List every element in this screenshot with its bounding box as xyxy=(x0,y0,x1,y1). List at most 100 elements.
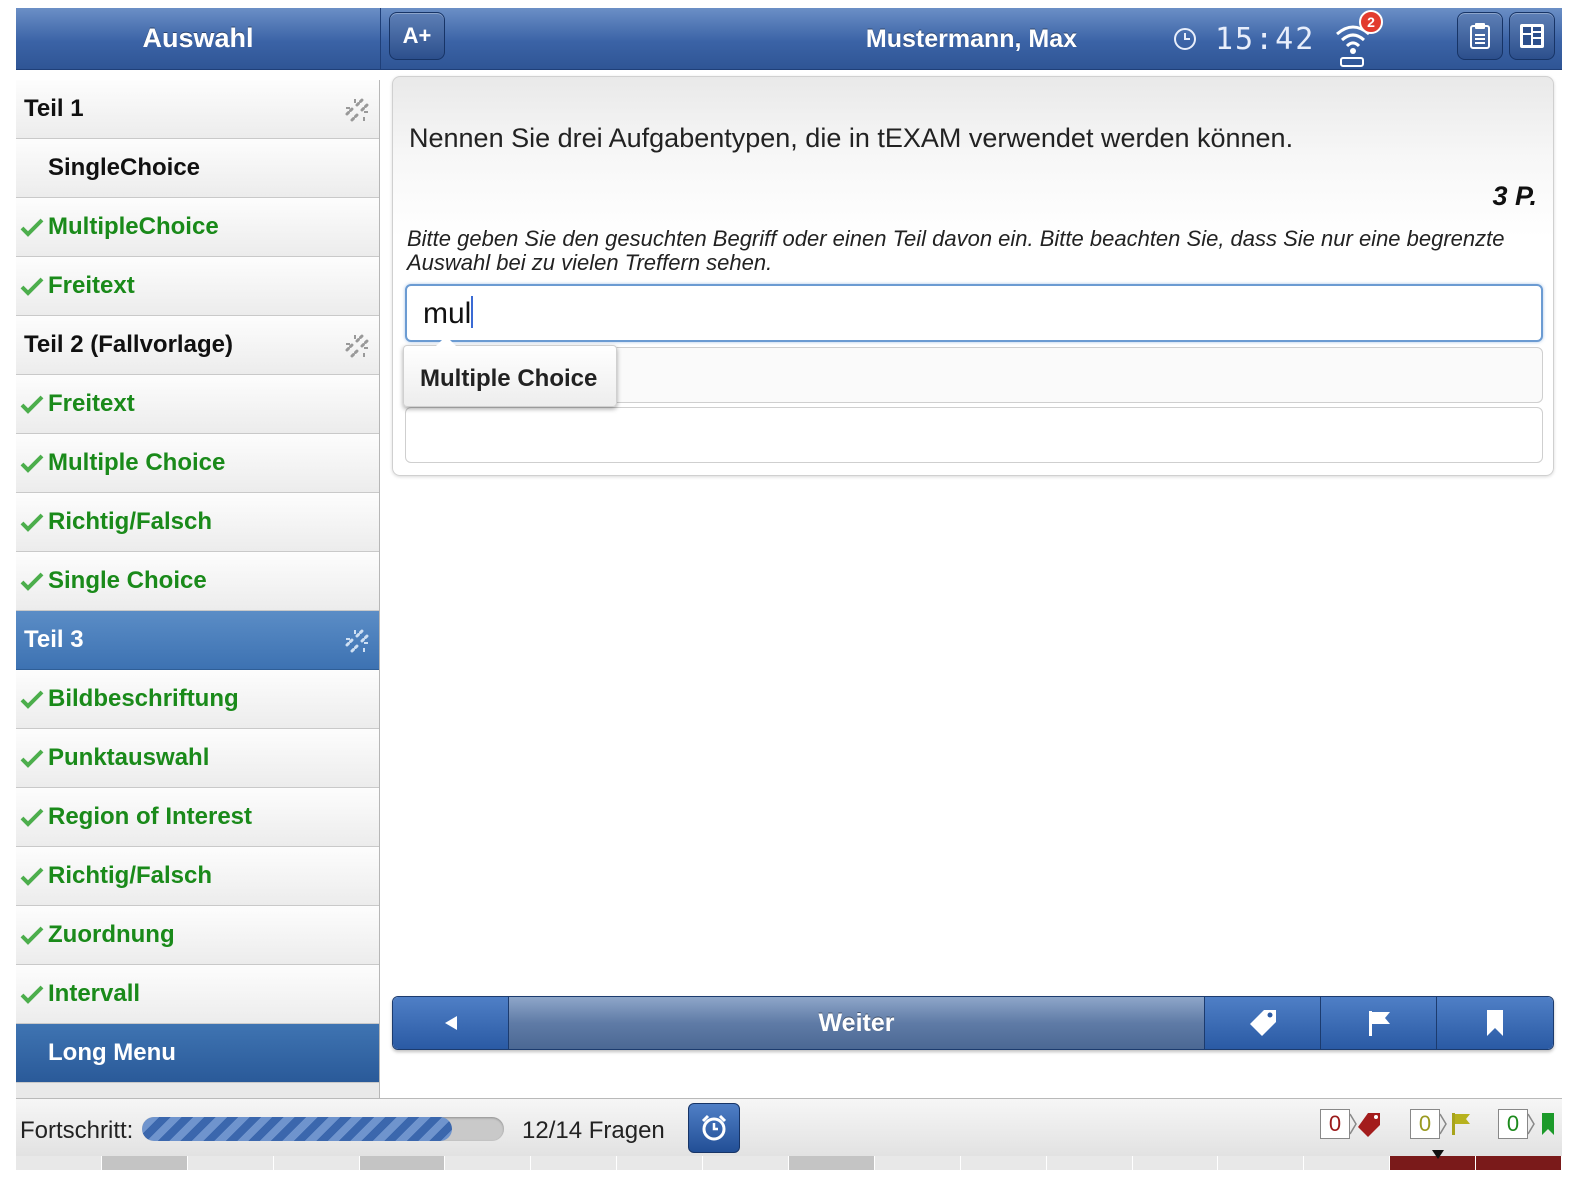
flag-button[interactable] xyxy=(1321,997,1437,1049)
sidebar-item[interactable]: Region of Interest xyxy=(16,788,379,847)
checkmark-icon xyxy=(20,808,44,827)
answer-input-value: mul xyxy=(423,297,472,330)
tag-counter[interactable]: 0 xyxy=(1320,1109,1384,1139)
checkmark-icon xyxy=(20,277,44,296)
triangle-left-icon xyxy=(444,1016,457,1030)
flag-icon xyxy=(1368,1011,1390,1036)
header-bar: A+ Mustermann, Max 15:42 2 xyxy=(380,8,1562,70)
flag-counter[interactable]: 0 xyxy=(1410,1109,1474,1139)
progress-count: 12/14 Fragen xyxy=(522,1117,665,1144)
overview-segment[interactable] xyxy=(188,1156,274,1170)
sidebar-item[interactable]: Freitext xyxy=(16,257,379,316)
sidebar-item-label: Richtig/Falsch xyxy=(48,862,213,889)
overview-segment[interactable] xyxy=(359,1156,446,1170)
user-name: Mustermann, Max xyxy=(865,25,1078,53)
checkmark-icon xyxy=(20,926,44,945)
bookmark-count: 0 xyxy=(1498,1109,1528,1139)
olive-flag-icon xyxy=(1440,1113,1470,1135)
progress-bar xyxy=(142,1117,504,1141)
sidebar-item[interactable]: Multiple Choice xyxy=(16,434,379,493)
clock-time: 15:42 xyxy=(1215,22,1316,57)
tag-button[interactable] xyxy=(1205,997,1321,1049)
sidebar-item-label: Multiple Choice xyxy=(48,449,226,476)
checkmark-icon xyxy=(20,395,44,414)
overview-segment[interactable] xyxy=(703,1156,790,1170)
question-sidebar: Teil 1 SingleChoice MultipleChoice Freitext… xyxy=(16,80,380,1098)
sidebar-item-label: Region of Interest xyxy=(48,803,253,830)
overview-segment[interactable] xyxy=(1047,1156,1133,1170)
autocomplete-suggestion[interactable]: Multiple Choice xyxy=(403,336,617,407)
checkmark-icon xyxy=(20,513,44,532)
sidebar-item[interactable]: Punktauswahl xyxy=(16,729,379,788)
unlink-icon xyxy=(345,334,369,358)
question-nav-bar: Weiter xyxy=(392,996,1554,1050)
sidebar-item[interactable]: SingleChoice xyxy=(16,139,379,198)
checkmark-icon xyxy=(20,749,44,768)
sidebar-item-label: Bildbeschriftung xyxy=(48,685,239,712)
answer-input-3[interactable] xyxy=(405,407,1543,463)
clipboard-icon xyxy=(1470,23,1490,49)
question-points: 3 P. xyxy=(1492,181,1537,211)
checkmark-icon xyxy=(20,867,44,886)
overview-segment[interactable] xyxy=(1476,1156,1563,1170)
checkmark-icon xyxy=(20,690,44,709)
overview-segment[interactable] xyxy=(101,1156,188,1170)
sidebar-item[interactable]: Richtig/Falsch xyxy=(16,493,379,552)
layout-button[interactable] xyxy=(1509,12,1555,60)
overview-segment[interactable] xyxy=(274,1156,360,1170)
checkmark-icon xyxy=(20,985,44,1004)
progress-fill xyxy=(142,1117,453,1141)
question-text: Nennen Sie drei Aufgabentypen, die in tE… xyxy=(409,123,1294,153)
overview-segment[interactable] xyxy=(531,1156,618,1170)
overview-segment[interactable] xyxy=(1218,1156,1305,1170)
alarm-button[interactable] xyxy=(688,1103,740,1153)
notification-badge: 2 xyxy=(1359,10,1383,34)
sidebar-item-label: Teil 3 xyxy=(24,626,84,653)
overview-segment[interactable] xyxy=(617,1156,704,1170)
red-tag-icon xyxy=(1350,1113,1380,1137)
overview-segment[interactable] xyxy=(789,1156,875,1170)
previous-button[interactable] xyxy=(393,997,509,1049)
overview-segment[interactable] xyxy=(875,1156,961,1170)
question-overview-strip xyxy=(16,1156,1563,1170)
sidebar-item[interactable]: Zuordnung xyxy=(16,906,379,965)
sidebar-item-label: Richtig/Falsch xyxy=(48,508,213,535)
green-bookmark-icon xyxy=(1528,1113,1554,1135)
bookmark-icon xyxy=(1487,1010,1503,1036)
overview-segment[interactable] xyxy=(1304,1156,1391,1170)
question-card: Nennen Sie drei Aufgabentypen, die in tE… xyxy=(392,76,1554,476)
overview-segment[interactable] xyxy=(961,1156,1047,1170)
next-button[interactable]: Weiter xyxy=(509,997,1205,1049)
sidebar-title: Auswahl xyxy=(16,8,380,70)
text-caret xyxy=(471,296,474,328)
sidebar-item[interactable]: Richtig/Falsch xyxy=(16,847,379,906)
checkmark-icon xyxy=(20,454,44,473)
clock-icon xyxy=(1174,28,1196,50)
sidebar-item[interactable]: MultipleChoice xyxy=(16,198,379,257)
sidebar-item[interactable]: Freitext xyxy=(16,375,379,434)
overview-segment[interactable] xyxy=(445,1156,532,1170)
sidebar-item[interactable]: Intervall xyxy=(16,965,379,1024)
flag-count: 0 xyxy=(1410,1109,1440,1139)
sidebar-item-label: Long Menu xyxy=(48,1039,176,1066)
status-footer: Fortschritt: 12/14 Fragen 0 0 0 xyxy=(16,1098,1562,1156)
question-hint: Bitte geben Sie den gesuchten Begriff od… xyxy=(407,226,1505,275)
sidebar-section[interactable]: Teil 2 (Fallvorlage) xyxy=(16,316,379,375)
checkmark-icon xyxy=(20,572,44,591)
clipboard-button[interactable] xyxy=(1457,12,1503,60)
sidebar-item[interactable]: Long Menu xyxy=(16,1024,379,1083)
sidebar-item[interactable]: Bildbeschriftung xyxy=(16,670,379,729)
overview-segment[interactable] xyxy=(16,1156,102,1170)
bookmark-counter[interactable]: 0 xyxy=(1498,1109,1560,1139)
overview-segment[interactable] xyxy=(1133,1156,1219,1170)
sidebar-item[interactable]: Single Choice xyxy=(16,552,379,611)
sidebar-section[interactable]: Teil 1 xyxy=(16,80,379,139)
sidebar-item-label: SingleChoice xyxy=(48,154,201,181)
sidebar-section[interactable]: Teil 3 xyxy=(16,611,379,670)
sidebar-item-label: Zuordnung xyxy=(48,921,175,948)
unlink-icon xyxy=(345,629,369,653)
bookmark-button[interactable] xyxy=(1437,997,1553,1049)
checkmark-icon xyxy=(20,218,44,237)
answer-input-1[interactable]: mul xyxy=(405,284,1543,342)
sidebar-item-label: Single Choice xyxy=(48,567,207,594)
